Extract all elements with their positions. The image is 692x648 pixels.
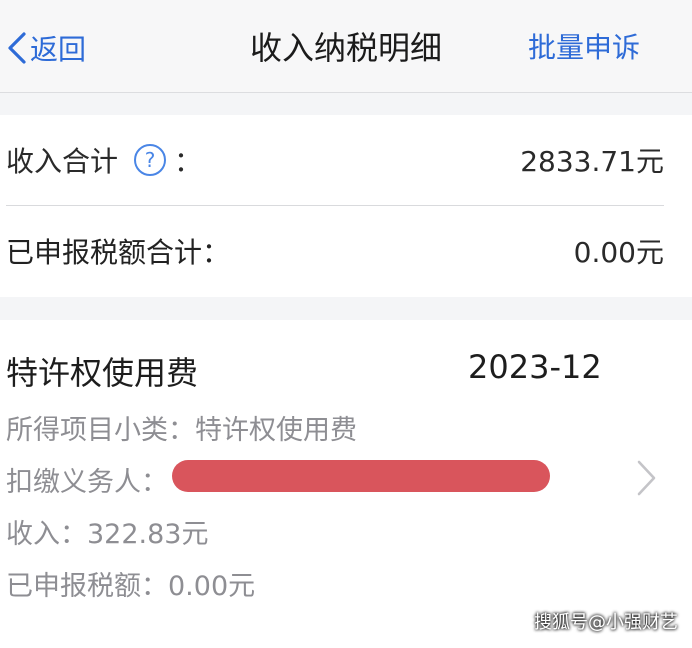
income-tax-detail-screen: 返回 收入纳税明细 批量申诉 收入合计 ? ： 2833.71元 已申报税额合计… (0, 0, 692, 648)
income-subcategory: 所得项目小类：特许权使用费 (6, 415, 357, 446)
income-period: 2023-12 (468, 348, 602, 386)
income-total-row: 收入合计 ? ： 2833.71元 (6, 115, 664, 205)
income-amount: 收入：322.83元 (6, 519, 209, 550)
income-item-title: 特许权使用费 (6, 354, 199, 392)
navigation-bar: 返回 收入纳税明细 批量申诉 (0, 0, 692, 93)
income-total-colon: ： (174, 145, 203, 178)
summary-card: 收入合计 ? ： 2833.71元 已申报税额合计： 0.00元 (0, 115, 692, 297)
declared-tax-amount: 已申报税额：0.00元 (6, 571, 256, 602)
tax-total-label: 已申报税额合计： (6, 236, 231, 269)
watermark: 搜狐号@小强财艺 (534, 612, 678, 633)
income-total-label-group: 收入合计 ? ： (6, 140, 202, 180)
chevron-right-icon (637, 460, 656, 496)
tax-total-row: 已申报税额合计： 0.00元 (6, 206, 664, 296)
withholder-label: 扣缴义务人： (6, 467, 168, 498)
redacted-withholder-name (172, 460, 550, 492)
income-total-label: 收入合计 (6, 145, 119, 178)
question-circle-icon[interactable]: ? (134, 144, 167, 176)
income-record-item[interactable]: 特许权使用费 2023-12 所得项目小类：特许权使用费 扣缴义务人： 收入：3… (0, 320, 692, 648)
income-total-value: 2833.71元 (520, 145, 664, 178)
tax-total-value: 0.00元 (573, 236, 664, 269)
batch-appeal-button[interactable]: 批量申诉 (528, 26, 640, 70)
